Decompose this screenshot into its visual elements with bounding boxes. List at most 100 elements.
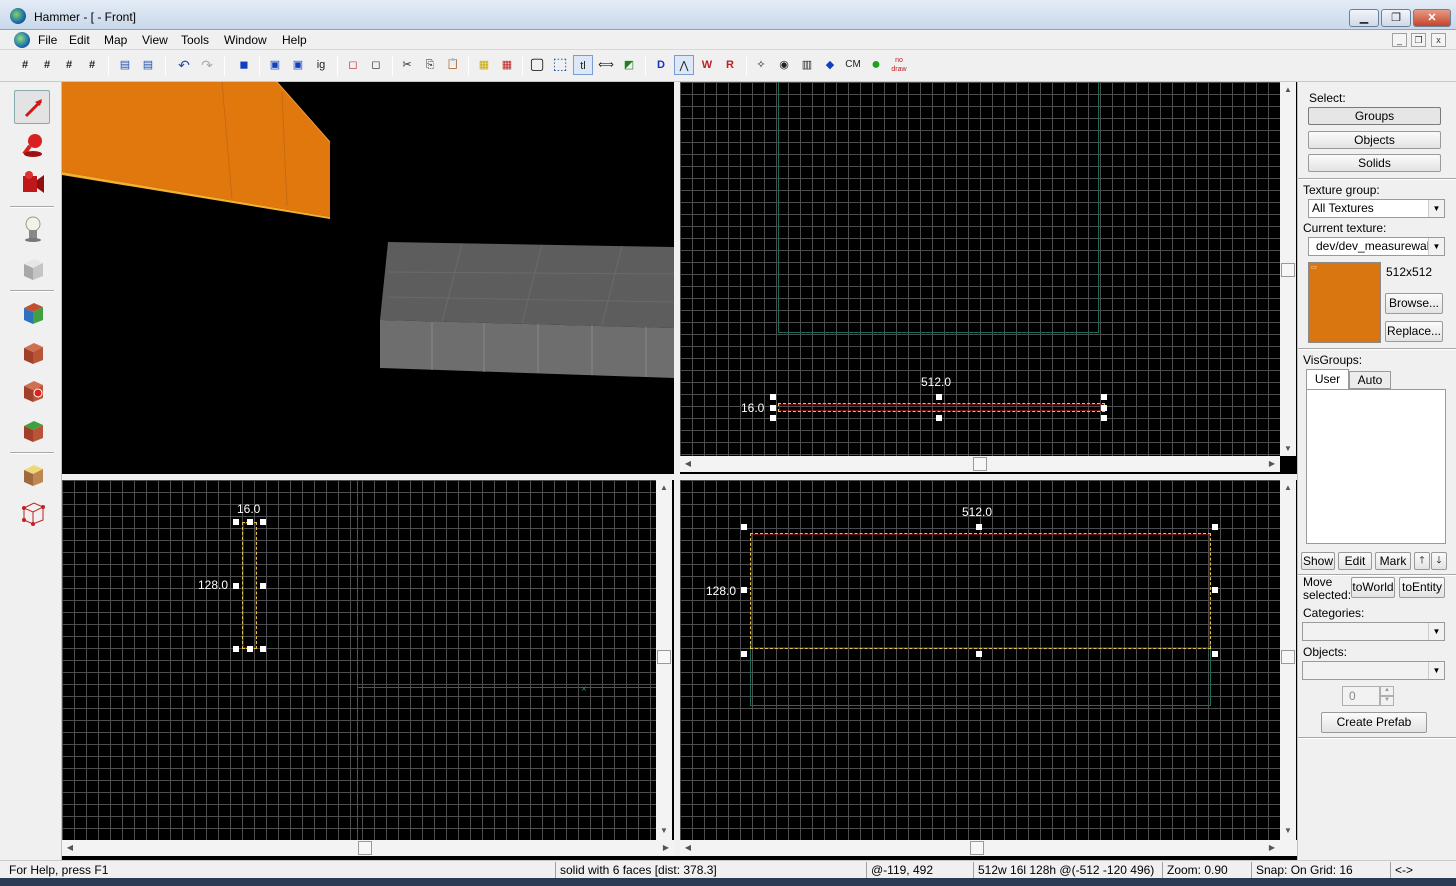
mdi-restore-button[interactable]: ❐ [1411, 33, 1426, 47]
cm-button[interactable]: CM [843, 55, 863, 75]
cubemap-button[interactable]: ◆ [820, 55, 840, 75]
vertex-tool-button[interactable] [14, 496, 50, 530]
resize-handle[interactable] [741, 651, 747, 657]
resize-handle[interactable] [1212, 587, 1218, 593]
hide-selected-button[interactable]: ▣ [265, 55, 285, 75]
chevron-down-icon[interactable]: ▼ [1428, 662, 1444, 679]
resize-handle[interactable] [741, 524, 747, 530]
scroll-up-icon[interactable]: ▲ [1280, 85, 1296, 94]
scroll-down-icon[interactable]: ▼ [1280, 826, 1296, 835]
front-view-hscrollbar[interactable]: ◀ ▶ [680, 840, 1297, 856]
minimize-button[interactable]: ▁ [1349, 9, 1379, 27]
scroll-down-icon[interactable]: ▼ [1280, 444, 1296, 453]
resize-handle[interactable] [770, 394, 776, 400]
select-objects-button[interactable]: Objects [1308, 131, 1441, 149]
grid-texture-button[interactable]: ▥ [797, 55, 817, 75]
scroll-left-icon[interactable]: ◀ [62, 843, 78, 852]
toggle-grid-button[interactable]: # [15, 55, 35, 75]
scroll-right-icon[interactable]: ▶ [658, 843, 674, 852]
flip-horizontal-button[interactable]: ⟺ [596, 55, 616, 75]
scroll-up-icon[interactable]: ▲ [656, 483, 672, 492]
scroll-right-icon[interactable]: ▶ [1264, 843, 1280, 852]
scroll-thumb[interactable] [1281, 650, 1295, 664]
resize-handle[interactable] [936, 415, 942, 421]
chevron-down-icon[interactable]: ▼ [1428, 238, 1444, 255]
hide-unselected-button[interactable]: ▣ [288, 55, 308, 75]
resize-handle[interactable] [1212, 651, 1218, 657]
mdi-close-button[interactable]: x [1431, 33, 1446, 47]
objects-select[interactable]: ▼ [1302, 661, 1445, 680]
entity-button[interactable]: R [720, 55, 740, 75]
menu-file[interactable]: File [38, 33, 57, 47]
side-view-vscrollbar[interactable]: ▲ ▼ [656, 480, 672, 840]
tab-user[interactable]: User [1306, 369, 1349, 389]
select-box-button[interactable]: ▢ [527, 55, 547, 75]
resize-handle[interactable] [260, 583, 266, 589]
front-viewport[interactable]: 512.0 128.0 [680, 480, 1280, 840]
run-map-button[interactable]: ● [866, 55, 886, 75]
resize-handle[interactable] [260, 519, 266, 525]
resize-handle[interactable] [1101, 415, 1107, 421]
resize-handle[interactable] [247, 519, 253, 525]
resize-handle[interactable] [770, 415, 776, 421]
camera-viewport[interactable]: camera [62, 82, 674, 474]
spinner-up-icon[interactable]: ▲ [1380, 686, 1394, 696]
close-button[interactable]: ✕ [1413, 9, 1451, 27]
categories-select[interactable]: ▼ [1302, 622, 1445, 641]
resize-handle[interactable] [233, 583, 239, 589]
side-view-hscrollbar[interactable]: ◀ ▶ [62, 840, 674, 856]
edit-button[interactable]: Edit [1338, 552, 1372, 570]
apply-texture-button[interactable] [14, 336, 50, 370]
texture-lock-button[interactable]: ◻ [343, 55, 363, 75]
chevron-down-icon[interactable]: ▼ [1428, 200, 1444, 217]
ungroup-button[interactable]: ▤ [138, 55, 158, 75]
menu-view[interactable]: View [142, 33, 168, 47]
menu-map[interactable]: Map [104, 33, 127, 47]
larger-grid-button[interactable]: # [82, 55, 102, 75]
cordon-button[interactable]: ✧ [751, 55, 771, 75]
scroll-left-icon[interactable]: ◀ [680, 843, 696, 852]
resize-handle[interactable] [976, 524, 982, 530]
to-entity-button[interactable]: toEntity [1399, 577, 1445, 598]
resize-handle[interactable] [1101, 405, 1107, 411]
browse-button[interactable]: Browse... [1385, 293, 1443, 314]
resize-handle[interactable] [233, 519, 239, 525]
select-by-handle-button[interactable]: ⬚ [550, 55, 570, 75]
tab-auto[interactable]: Auto [1349, 371, 1391, 389]
texture-scale-lock-button[interactable]: ◻ [366, 55, 386, 75]
align-button[interactable]: ⋀ [674, 55, 694, 75]
menu-tools[interactable]: Tools [181, 33, 209, 47]
spinner-down-icon[interactable]: ▼ [1380, 696, 1394, 706]
copy-button[interactable]: ⎘ [420, 55, 440, 75]
scroll-thumb[interactable] [1281, 263, 1295, 277]
toggle-3d-grid-button[interactable]: # [37, 55, 57, 75]
magnify-tool-button[interactable] [14, 128, 50, 162]
resize-handle[interactable] [741, 587, 747, 593]
scroll-thumb[interactable] [657, 650, 671, 664]
side-viewport[interactable]: × 16.0 128.0 [62, 480, 656, 840]
current-texture-select[interactable]: dev/dev_measurewall0 ▼ [1308, 237, 1445, 256]
text-tool-button[interactable]: tl [573, 55, 593, 75]
menu-edit[interactable]: Edit [69, 33, 90, 47]
horizontal-splitter[interactable] [62, 474, 1297, 480]
select-groups-button[interactable]: Groups [1308, 107, 1441, 125]
select-solids-button[interactable]: Solids [1308, 154, 1441, 172]
resize-handle[interactable] [233, 646, 239, 652]
mark-button[interactable]: Mark [1375, 552, 1411, 570]
decal-tool-button[interactable] [14, 374, 50, 408]
top-view-hscrollbar[interactable]: ◀ ▶ [680, 456, 1280, 472]
resize-handle[interactable] [1101, 394, 1107, 400]
carve-button[interactable]: ◼ [234, 55, 254, 75]
menu-help[interactable]: Help [282, 33, 307, 47]
show-button[interactable]: Show [1301, 552, 1335, 570]
paste-button[interactable]: 📋 [443, 55, 463, 75]
toggle-models-button[interactable]: ▦ [497, 55, 517, 75]
create-prefab-button[interactable]: Create Prefab [1321, 712, 1427, 733]
resize-handle[interactable] [247, 646, 253, 652]
flip-vertical-button[interactable]: ◩ [619, 55, 639, 75]
overlay-tool-button[interactable] [14, 414, 50, 448]
resize-handle[interactable] [1212, 524, 1218, 530]
prefab-count-spinner[interactable]: 0 [1342, 686, 1380, 706]
scroll-down-icon[interactable]: ▼ [656, 826, 672, 835]
clipping-tool-button[interactable] [14, 458, 50, 492]
